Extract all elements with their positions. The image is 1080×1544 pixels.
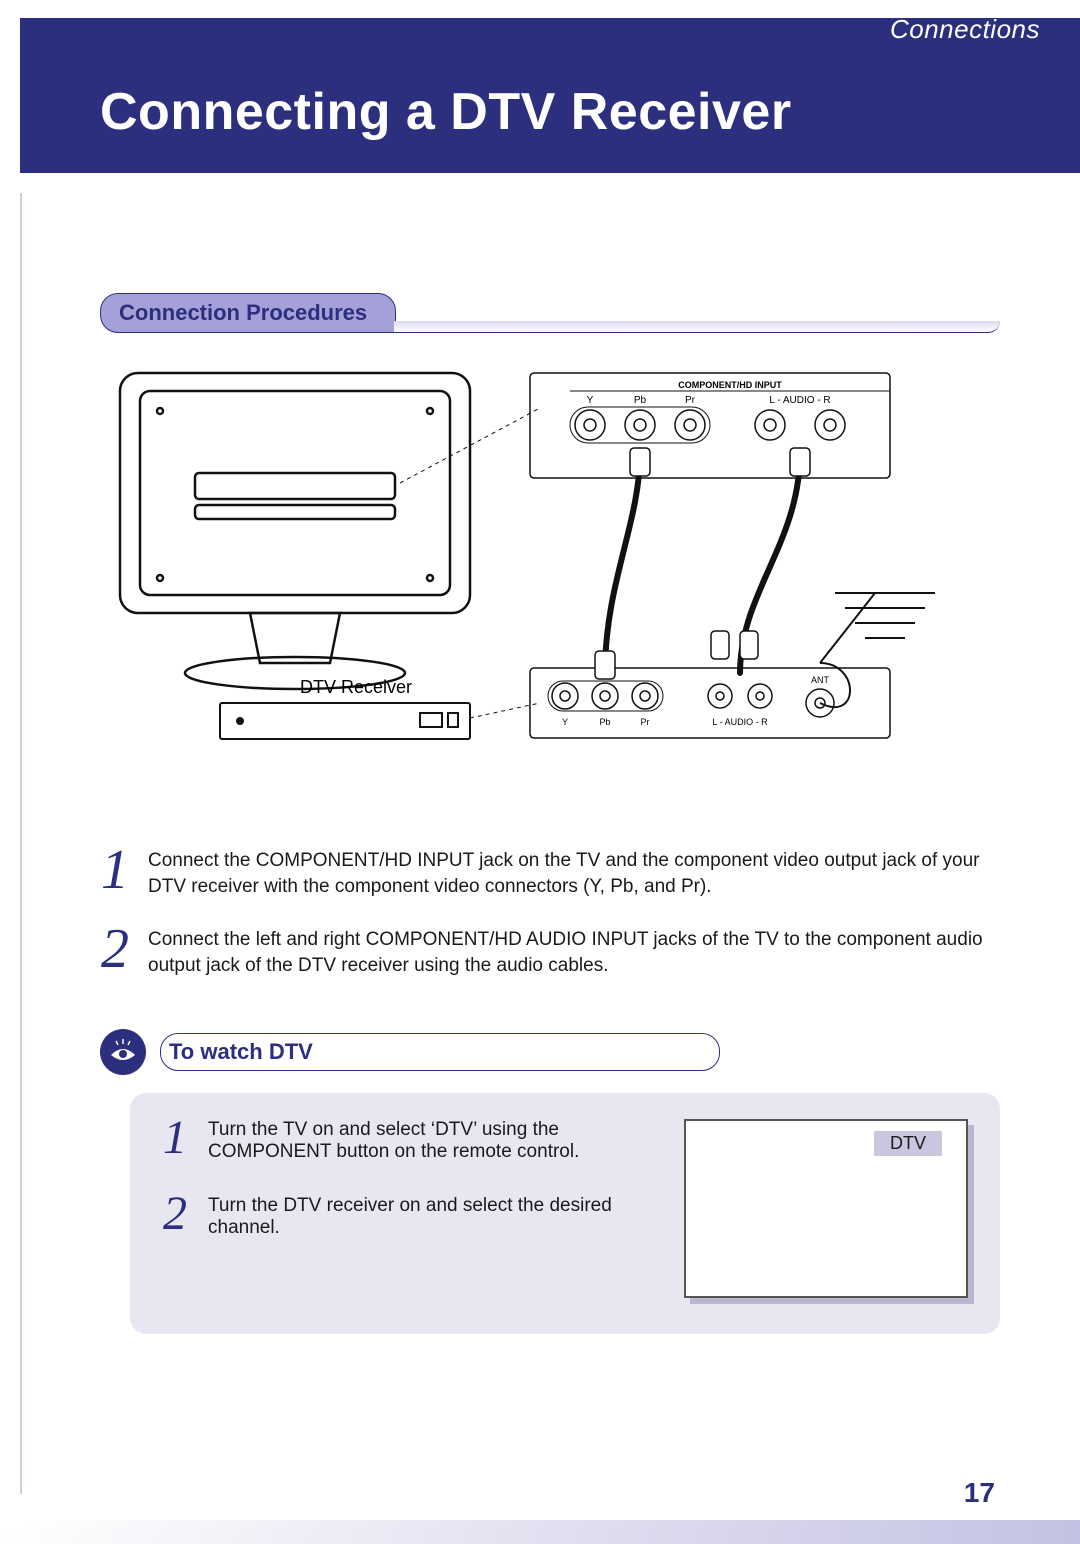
svg-text:Y: Y bbox=[587, 395, 594, 406]
step-text: Connect the COMPONENT/HD INPUT jack on t… bbox=[148, 848, 1000, 899]
svg-text:Pr: Pr bbox=[685, 395, 696, 406]
watch-step-1: 1 Turn the TV on and select ‘DTV’ using … bbox=[160, 1119, 664, 1163]
step-number: 1 bbox=[100, 848, 130, 899]
onscreen-label: DTV bbox=[874, 1131, 942, 1156]
svg-text:L - AUDIO - R: L - AUDIO - R bbox=[712, 717, 768, 727]
step-1: 1 Connect the COMPONENT/HD INPUT jack on… bbox=[100, 848, 1000, 899]
procedures-heading-label: Connection Procedures bbox=[100, 293, 396, 333]
tv-panel-title: COMPONENT/HD INPUT bbox=[678, 380, 782, 390]
svg-text:Pr: Pr bbox=[641, 717, 650, 727]
procedures-heading-rule bbox=[394, 321, 1000, 333]
tv-screen-mock: DTV bbox=[684, 1119, 974, 1304]
svg-text:ANT: ANT bbox=[811, 675, 830, 685]
step-number: 1 bbox=[160, 1119, 190, 1163]
page-number: 17 bbox=[964, 1477, 995, 1509]
svg-text:L - AUDIO - R: L - AUDIO - R bbox=[769, 395, 830, 406]
left-rule bbox=[20, 193, 22, 1494]
page-content: Connection Procedures bbox=[100, 293, 1000, 1334]
svg-text:Pb: Pb bbox=[634, 395, 647, 406]
step-number: 2 bbox=[100, 927, 130, 978]
svg-text:Pb: Pb bbox=[599, 717, 610, 727]
connection-diagram: COMPONENT/HD INPUT Y Pb Pr L - AUDIO - R bbox=[100, 363, 1000, 793]
page-header: Connections Connecting a DTV Receiver bbox=[20, 18, 1080, 173]
step-2: 2 Connect the left and right COMPONENT/H… bbox=[100, 927, 1000, 978]
procedures-heading: Connection Procedures bbox=[100, 293, 1000, 333]
step-text: Turn the DTV receiver on and select the … bbox=[208, 1195, 664, 1239]
step-text: Connect the left and right COMPONENT/HD … bbox=[148, 927, 1000, 978]
svg-text:Y: Y bbox=[562, 717, 568, 727]
watch-box: 1 Turn the TV on and select ‘DTV’ using … bbox=[130, 1093, 1000, 1334]
watch-step-2: 2 Turn the DTV receiver on and select th… bbox=[160, 1195, 664, 1239]
section-name: Connections bbox=[890, 14, 1040, 45]
step-number: 2 bbox=[160, 1195, 190, 1239]
footer-rule bbox=[0, 1530, 1080, 1544]
step-text: Turn the TV on and select ‘DTV’ using th… bbox=[208, 1119, 664, 1163]
dtv-receiver-label: DTV Receiver bbox=[300, 677, 412, 697]
procedure-steps: 1 Connect the COMPONENT/HD INPUT jack on… bbox=[100, 848, 1000, 979]
eye-icon bbox=[100, 1029, 146, 1075]
watch-heading-label: To watch DTV bbox=[169, 1039, 343, 1065]
watch-steps: 1 Turn the TV on and select ‘DTV’ using … bbox=[160, 1119, 664, 1271]
watch-heading: To watch DTV bbox=[100, 1029, 1000, 1075]
